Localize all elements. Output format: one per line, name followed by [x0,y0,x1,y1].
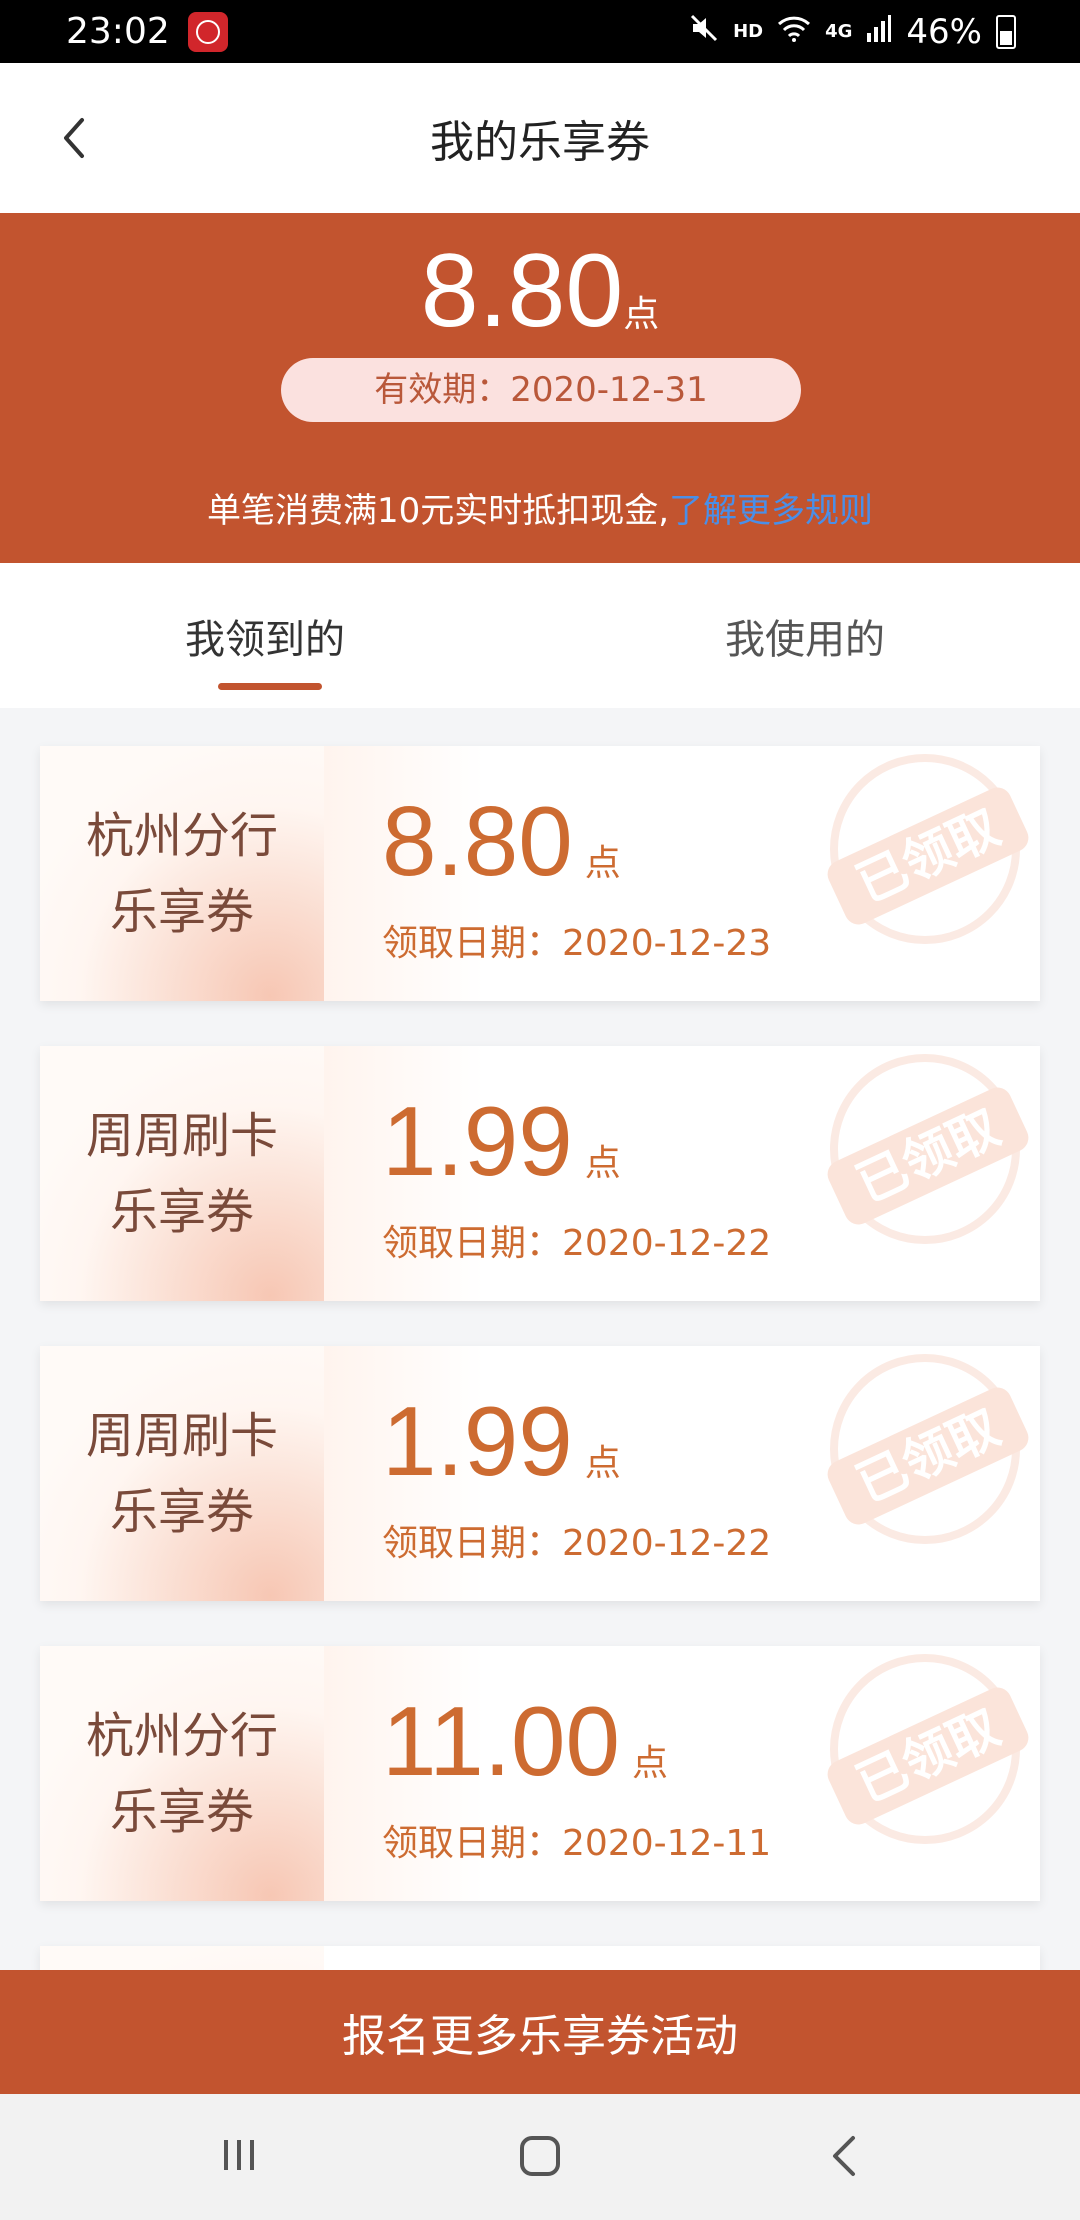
coupon-card[interactable]: 杭州分行 乐享券 11.00 点 领取日期：2020-12-11 已领取 [40,1646,1040,1901]
coupon-title-panel: 杭州分行 乐享券 [40,746,324,1001]
signal-type-label: 4G [825,21,853,42]
claimed-stamp-icon: 已领取 [823,1354,1033,1544]
coupon-amount: 1.99 点 [382,1086,621,1196]
network-hd-label: HD [733,21,764,42]
coupon-amount-value: 1.99 [382,1386,573,1496]
home-icon[interactable] [520,2136,560,2176]
coupon-amount: 1.99 点 [382,1386,621,1496]
coupon-amount-unit: 点 [584,1143,621,1184]
status-bar: 23:02 HD 4G 46% [0,0,1080,63]
coupon-detail-panel: 8.80 点 领取日期：2020-12-23 已领取 [324,746,1040,1001]
coupon-date: 领取日期：2020-12-23 [382,923,772,964]
coupon-name: 周周刷卡 乐享券 [85,1408,278,1540]
coupon-name: 杭州分行 乐享券 [85,808,278,940]
coupon-title-panel: 杭州分行 乐享券 [40,1646,324,1901]
stamp-label: 已领取 [823,782,1033,930]
tab-used[interactable]: 我使用的 [725,607,885,665]
status-time: 23:02 [66,11,170,52]
coupon-title-panel: 周周刷卡 乐享券 [40,1346,324,1601]
system-navigation-bar [0,2094,1080,2220]
chevron-left-icon[interactable] [52,114,100,162]
coupon-name: 周周刷卡 乐享券 [85,1108,278,1240]
page-title: 我的乐享券 [430,117,650,168]
coupon-amount: 11.00 点 [382,1686,668,1796]
validity-badge: 有效期：2020-12-31 [281,358,801,422]
claimed-stamp-icon: 已领取 [823,754,1033,944]
join-more-activities-button[interactable]: 报名更多乐享券活动 [0,1970,1080,2094]
coupon-amount-unit: 点 [584,843,621,884]
coupon-amount-value: 8.80 [382,786,573,896]
stamp-label: 已领取 [823,1082,1033,1230]
coupon-card-partial[interactable] [40,1946,1040,1970]
coupon-detail-panel: 1.99 点 领取日期：2020-12-22 已领取 [324,1046,1040,1301]
coupon-amount: 8.80 点 [382,786,621,896]
claimed-stamp-icon: 已领取 [823,1054,1033,1244]
active-tab-indicator [218,683,322,690]
total-points-value: 8.80 [420,233,624,349]
claimed-stamp-icon: 已领取 [823,1654,1033,1844]
coupon-detail-panel: 1.99 点 领取日期：2020-12-22 已领取 [324,1346,1040,1601]
app-logo-icon [187,11,228,52]
top-navigation-bar: 我的乐享券 [0,63,1080,213]
coupon-amount-value: 1.99 [382,1086,573,1196]
tab-received[interactable]: 我领到的 [185,607,345,665]
status-icons: HD 4G 46% [689,12,1016,52]
coupon-date: 领取日期：2020-12-22 [382,1223,772,1264]
coupon-card[interactable]: 周周刷卡 乐享券 1.99 点 领取日期：2020-12-22 已领取 [40,1346,1040,1601]
signal-icon [866,12,892,52]
coupon-summary-panel: 8.80点 有效期：2020-12-31 单笔消费满10元实时抵扣现金,了解更多… [0,213,1080,563]
coupon-title-panel [40,1946,324,1970]
battery-percent: 46% [906,11,982,52]
coupon-name: 杭州分行 乐享券 [85,1708,278,1840]
usage-notice: 单笔消费满10元实时抵扣现金,了解更多规则 [0,483,1080,532]
tab-bar: 我领到的 我使用的 [0,563,1080,708]
coupon-list[interactable]: 杭州分行 乐享券 8.80 点 领取日期：2020-12-23 已领取 周周刷卡 … [0,708,1080,1970]
coupon-card[interactable]: 周周刷卡 乐享券 1.99 点 领取日期：2020-12-22 已领取 [40,1046,1040,1301]
total-points: 8.80点 [0,231,1080,351]
recents-icon[interactable] [220,2136,258,2174]
coupon-card[interactable]: 杭州分行 乐享券 8.80 点 领取日期：2020-12-23 已领取 [40,746,1040,1001]
usage-notice-text: 单笔消费满10元实时抵扣现金, [206,491,670,531]
rules-link[interactable]: 了解更多规则 [669,491,873,531]
mute-icon [689,12,719,52]
coupon-date: 领取日期：2020-12-22 [382,1523,772,1564]
coupon-amount-unit: 点 [584,1443,621,1484]
stamp-label: 已领取 [823,1382,1033,1530]
coupon-title-panel: 周周刷卡 乐享券 [40,1046,324,1301]
coupon-amount-unit: 点 [631,1743,668,1784]
coupon-detail-panel: 11.00 点 领取日期：2020-12-11 已领取 [324,1646,1040,1901]
battery-icon [996,14,1016,49]
back-icon[interactable] [825,2134,865,2178]
total-points-unit: 点 [623,294,660,335]
wifi-icon [777,12,811,52]
stamp-label: 已领取 [823,1682,1033,1830]
coupon-amount-value: 11.00 [382,1686,620,1796]
coupon-date: 领取日期：2020-12-11 [382,1823,772,1864]
